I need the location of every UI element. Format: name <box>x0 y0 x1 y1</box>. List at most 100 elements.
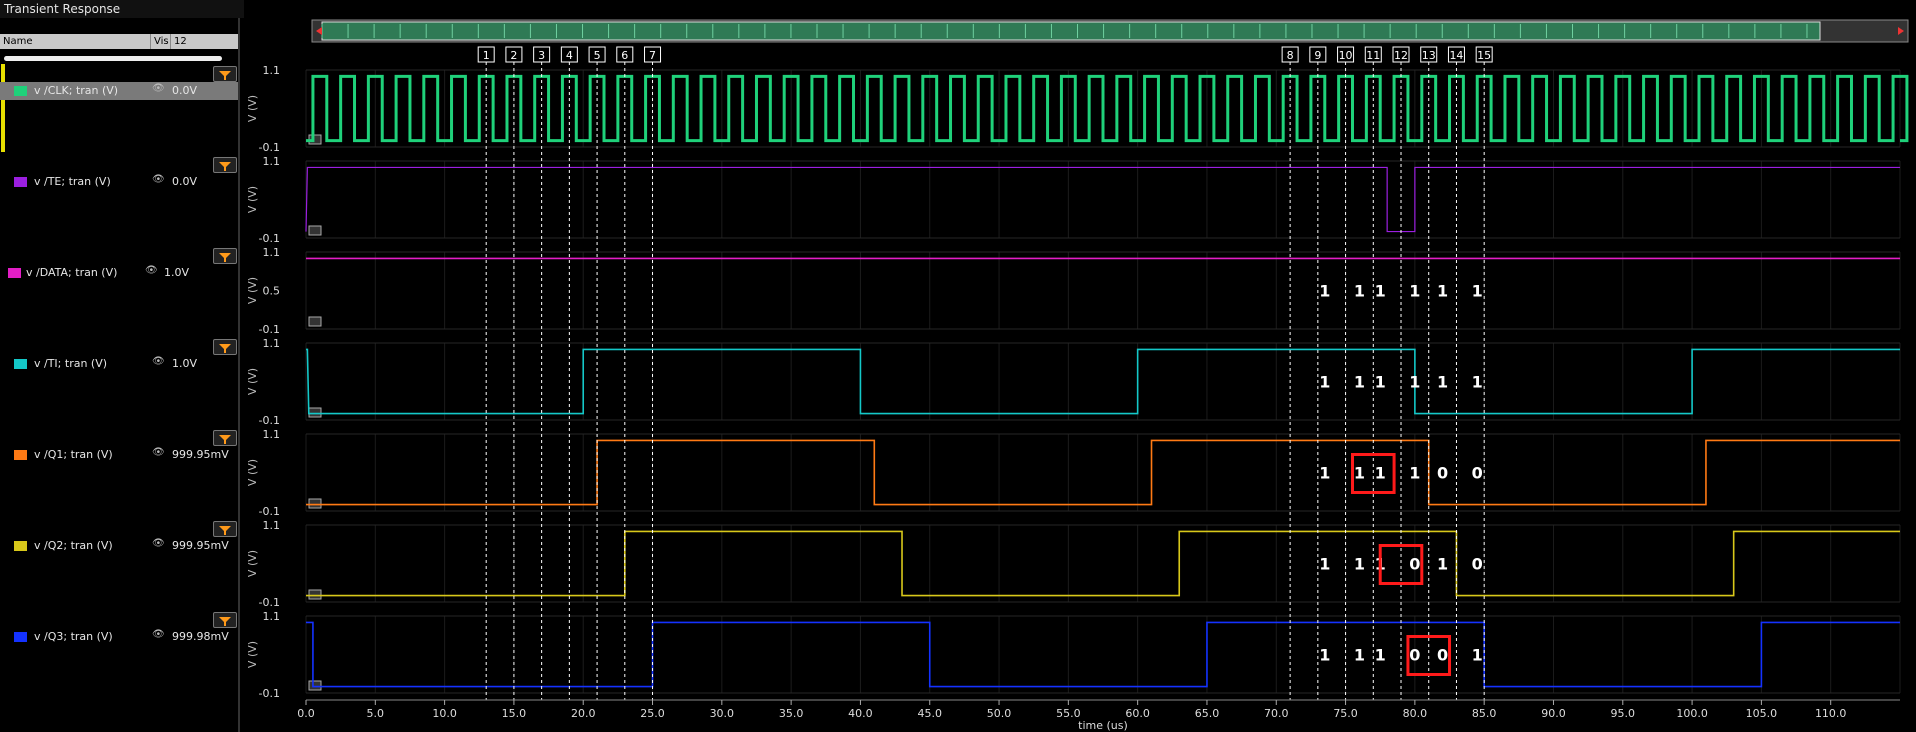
bit-annotation: 0 <box>1409 646 1420 665</box>
x-tick-label: 35.0 <box>779 707 804 720</box>
signal-row-q3[interactable]: v /Q3; tran (V) 👁 999.98mV <box>0 628 238 646</box>
bit-annotation: 1 <box>1354 464 1365 483</box>
y-tick-bottom: -0.1 <box>259 232 280 245</box>
eye-icon[interactable]: 👁 <box>145 265 158 276</box>
x-tick-label: 50.0 <box>987 707 1012 720</box>
marker-label: 10 <box>1339 49 1353 62</box>
bit-annotation: 1 <box>1437 555 1448 574</box>
color-swatch <box>8 268 21 278</box>
x-tick-label: 25.0 <box>640 707 665 720</box>
filter-icon[interactable] <box>213 157 237 173</box>
eye-icon[interactable]: 👁 <box>152 447 165 458</box>
marker-label: 13 <box>1422 49 1436 62</box>
signal-value: 1.0V <box>172 357 198 370</box>
signal-value: 0.0V <box>172 84 198 97</box>
filter-icon[interactable] <box>213 248 237 264</box>
filter-icon[interactable] <box>213 339 237 355</box>
x-tick-label: 90.0 <box>1541 707 1566 720</box>
marker-label: 6 <box>621 49 628 62</box>
x-tick-label: 0.0 <box>297 707 315 720</box>
eye-icon[interactable]: 👁 <box>152 356 165 367</box>
signal-name: v /Q1; tran (V) <box>34 448 113 461</box>
marker-label: 11 <box>1366 49 1380 62</box>
marker-label: 1 <box>483 49 490 62</box>
column-count-header[interactable]: 12 <box>170 34 187 49</box>
filter-icon[interactable] <box>213 430 237 446</box>
marker-label: 12 <box>1394 49 1408 62</box>
filter-icon[interactable] <box>213 612 237 628</box>
window-title: Transient Response <box>0 0 244 18</box>
signal-name: v /CLK; tran (V) <box>34 84 119 97</box>
signal-name: v /Q2; tran (V) <box>34 539 113 552</box>
row-expand-icon <box>308 498 322 509</box>
signal-row-ti[interactable]: v /TI; tran (V) 👁 1.0V <box>0 355 238 373</box>
trace-q3 <box>306 621 1900 688</box>
bit-annotation: 0 <box>1437 646 1448 665</box>
y-axis-label: V (V) <box>246 186 259 213</box>
x-tick-label: 30.0 <box>710 707 735 720</box>
filter-icon[interactable] <box>213 66 237 82</box>
signal-row-te[interactable]: v /TE; tran (V) 👁 0.0V <box>0 173 238 191</box>
marker-label: 14 <box>1449 49 1463 62</box>
trace-te <box>305 166 1900 233</box>
y-tick-top: 1.1 <box>263 155 281 168</box>
signal-row-clk[interactable]: v /CLK; tran (V) 👁 0.0V <box>0 82 238 100</box>
marker-label: 8 <box>1287 49 1294 62</box>
signal-value: 0.0V <box>172 175 198 188</box>
bit-annotation: 0 <box>1472 555 1483 574</box>
y-axis-label: V (V) <box>246 459 259 486</box>
bit-annotation: 1 <box>1354 373 1365 392</box>
eye-icon[interactable]: 👁 <box>152 174 165 185</box>
trace-clk <box>306 74 1909 143</box>
y-tick-top: 1.1 <box>263 610 281 623</box>
bit-annotation: 1 <box>1409 282 1420 301</box>
x-tick-label: 55.0 <box>1056 707 1081 720</box>
marker-label: 4 <box>566 49 573 62</box>
signal-row-q1[interactable]: v /Q1; tran (V) 👁 999.95mV <box>0 446 238 464</box>
list-scrollbar[interactable] <box>4 56 222 61</box>
bit-annotation: 1 <box>1375 646 1386 665</box>
bit-annotation: 1 <box>1319 555 1330 574</box>
bit-annotation: 1 <box>1375 282 1386 301</box>
x-tick-label: 45.0 <box>917 707 942 720</box>
bit-annotation: 1 <box>1319 373 1330 392</box>
bit-annotation: 1 <box>1472 282 1483 301</box>
y-axis-label: V (V) <box>246 277 259 304</box>
signal-row-data[interactable]: v /DATA; tran (V) 👁 1.0V <box>0 264 238 282</box>
marker-label: 15 <box>1477 49 1491 62</box>
bit-annotation: 1 <box>1319 464 1330 483</box>
x-tick-label: 20.0 <box>571 707 596 720</box>
bit-annotation: 0 <box>1437 464 1448 483</box>
y-tick-bottom: -0.1 <box>259 414 280 427</box>
row-expand-icon <box>308 407 322 418</box>
eye-icon[interactable]: 👁 <box>152 629 165 640</box>
x-tick-label: 5.0 <box>367 707 385 720</box>
eye-icon[interactable]: 👁 <box>152 83 165 94</box>
x-tick-label: 15.0 <box>502 707 527 720</box>
marker-label: 2 <box>510 49 517 62</box>
y-axis-label: V (V) <box>246 550 259 577</box>
column-name-header[interactable]: Name <box>3 34 33 49</box>
column-vis-header[interactable]: Vis <box>150 34 169 49</box>
eye-icon[interactable]: 👁 <box>152 538 165 549</box>
color-swatch <box>14 632 27 642</box>
bit-annotation: 1 <box>1354 646 1365 665</box>
color-swatch <box>14 359 27 369</box>
waveform-plot[interactable]: V (V)1.1-0.1V (V)1.1-0.1V (V)1.1-0.10.5V… <box>240 0 1916 732</box>
filter-icon[interactable] <box>213 521 237 537</box>
marker-label: 3 <box>538 49 545 62</box>
y-tick-top: 1.1 <box>263 519 281 532</box>
marker-label: 9 <box>1314 49 1321 62</box>
color-swatch <box>14 177 27 187</box>
y-axis-label: V (V) <box>246 641 259 668</box>
x-tick-label: 10.0 <box>432 707 457 720</box>
bit-annotation: 1 <box>1354 282 1365 301</box>
signal-row-q2[interactable]: v /Q2; tran (V) 👁 999.95mV <box>0 537 238 555</box>
row-expand-icon <box>308 589 322 600</box>
overview-window <box>321 21 1821 41</box>
x-tick-label: 80.0 <box>1403 707 1428 720</box>
x-tick-label: 70.0 <box>1264 707 1289 720</box>
x-tick-label: 75.0 <box>1333 707 1358 720</box>
trace-ti <box>306 348 1900 415</box>
y-tick-bottom: -0.1 <box>259 596 280 609</box>
